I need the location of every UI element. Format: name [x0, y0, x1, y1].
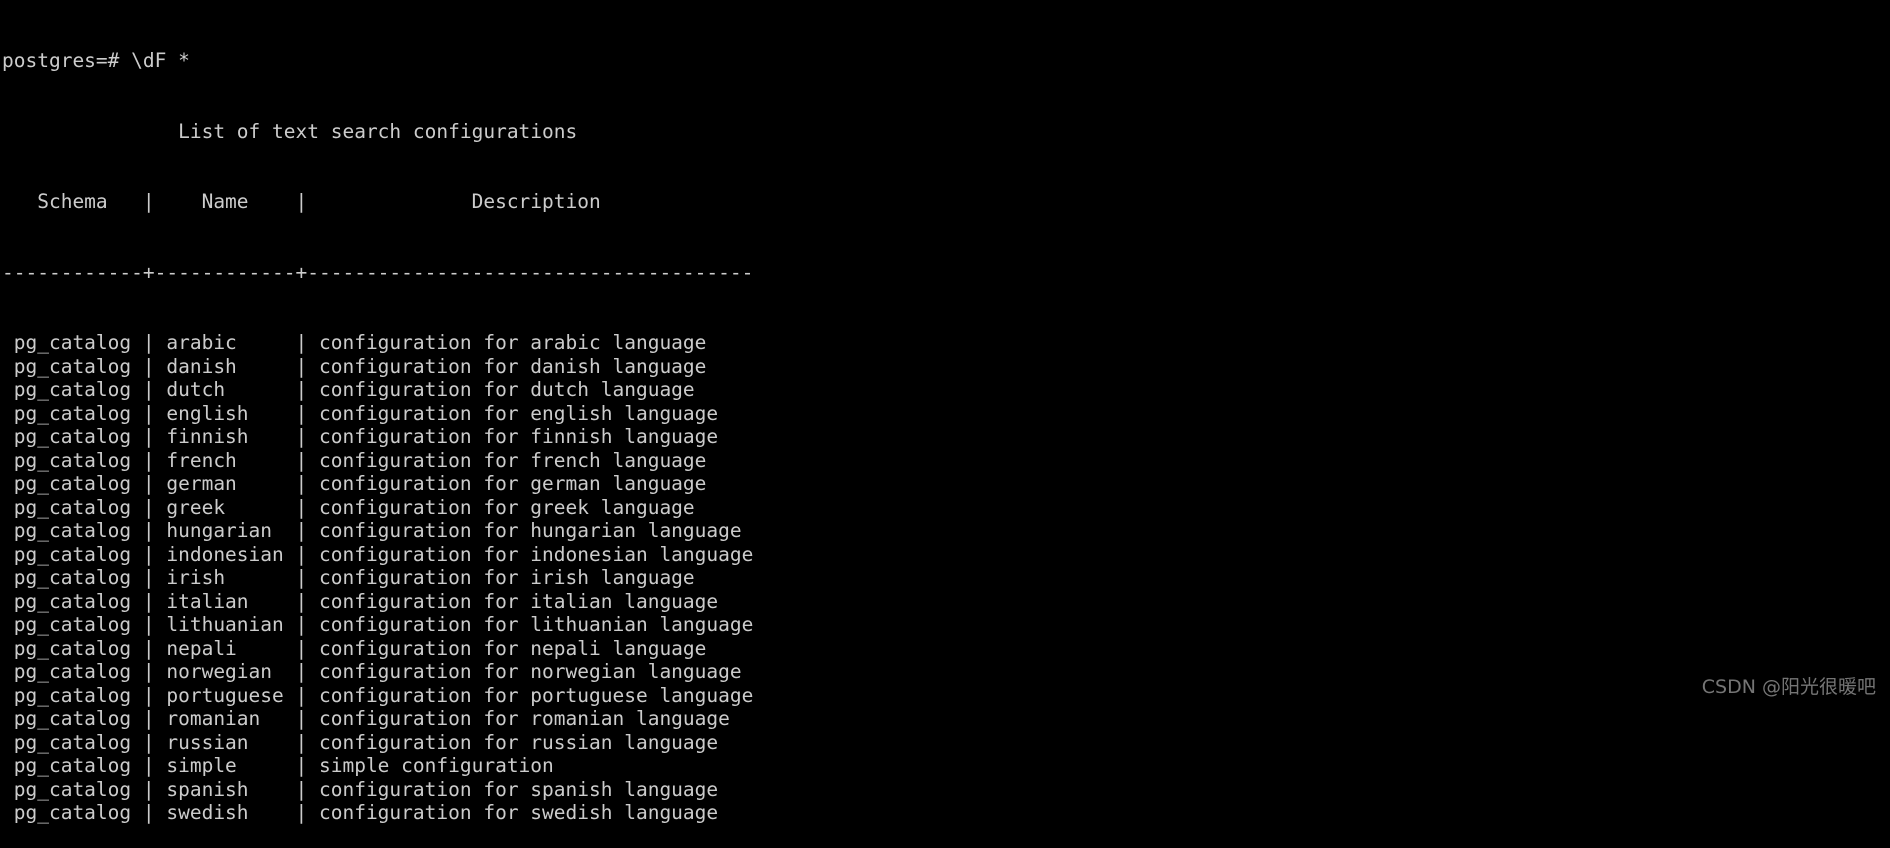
table-row: pg_catalog | romanian | configuration fo… [2, 707, 730, 730]
table-header-row: Schema | Name | Description [2, 190, 601, 213]
table-row: pg_catalog | danish | configuration for … [2, 354, 707, 378]
csdn-watermark: CSDN @阳光很暖吧 [1701, 676, 1876, 698]
table-row: pg_catalog | greek | configuration for g… [2, 495, 695, 519]
table-row: pg_catalog | lithuanian | configuration … [2, 613, 754, 636]
table-separator: ------------+------------+--------------… [2, 260, 754, 284]
terminal-output[interactable]: postgres=# \dF * List of text search con… [0, 0, 1890, 824]
table-row: pg_catalog | portuguese | configuration … [2, 683, 754, 707]
table-row: pg_catalog | finnish | configuration for… [2, 425, 719, 448]
table-body: pg_catalog | arabic | configuration for … [2, 331, 1890, 825]
table-title: List of text search configurations [2, 119, 578, 143]
table-row: pg_catalog | hungarian | configuration f… [2, 519, 742, 542]
table-row: pg_catalog | french | configuration for … [2, 448, 707, 472]
table-row: pg_catalog | spanish | configuration for… [2, 777, 719, 801]
table-row: pg_catalog | italian | configuration for… [2, 589, 719, 613]
table-row: pg_catalog | russian | configuration for… [2, 730, 719, 754]
prompt-line: postgres=# \dF * [2, 49, 190, 72]
table-row: pg_catalog | norwegian | configuration f… [2, 660, 742, 683]
table-row: pg_catalog | arabic | configuration for … [2, 331, 707, 354]
table-row: pg_catalog | nepali | configuration for … [2, 636, 707, 660]
table-row: pg_catalog | indonesian | configuration … [2, 542, 754, 566]
table-row: pg_catalog | english | configuration for… [2, 401, 719, 425]
table-row: pg_catalog | irish | configuration for i… [2, 566, 695, 589]
table-row: pg_catalog | swedish | configuration for… [2, 801, 719, 824]
table-row: pg_catalog | simple | simple configurati… [2, 754, 554, 777]
table-row: pg_catalog | dutch | configuration for d… [2, 378, 695, 401]
table-row: pg_catalog | german | configuration for … [2, 472, 707, 495]
